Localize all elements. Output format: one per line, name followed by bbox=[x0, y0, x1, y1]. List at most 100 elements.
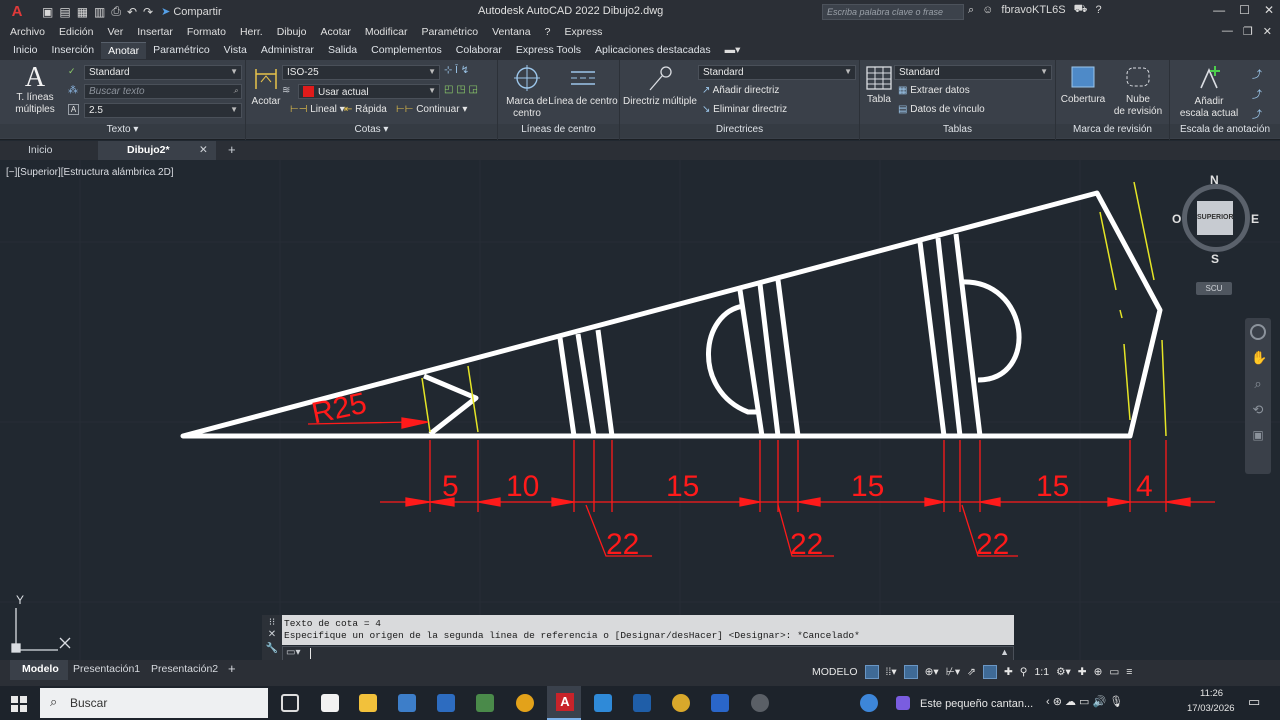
outlook-icon[interactable] bbox=[633, 694, 651, 712]
dim-tools-icons-2[interactable]: ◰ ◳ ◲ bbox=[444, 84, 478, 95]
compass-north[interactable]: N bbox=[1210, 173, 1219, 187]
menu-item[interactable]: Herr. bbox=[240, 26, 263, 38]
annotation-scale[interactable]: 1:1 bbox=[1034, 666, 1049, 678]
drawing-canvas[interactable]: R25 5 10 15 15 15 4 22 22 22 Y [−][Super… bbox=[0, 160, 1280, 660]
isodraft-icon[interactable]: ⊬▾ bbox=[946, 666, 960, 678]
scale-tool-icon[interactable]: ⤴ bbox=[1252, 66, 1262, 81]
media-icon[interactable] bbox=[896, 696, 910, 710]
print-icon[interactable]: ⎙ bbox=[111, 4, 121, 19]
dim-style-combo[interactable]: ISO-25 ▼ bbox=[282, 65, 440, 80]
dim-text[interactable]: 10 bbox=[506, 470, 539, 503]
minimize-icon[interactable]: — bbox=[1213, 3, 1225, 17]
ribbon-tab[interactable]: Paramétrico bbox=[146, 42, 217, 58]
viewport-controls-label[interactable]: [−][Superior][Estructura alámbrica 2D] bbox=[6, 167, 174, 178]
dimension-texts[interactable]: R25 5 10 15 15 15 4 22 22 22 bbox=[309, 387, 1153, 561]
zoom-icon[interactable]: ⌕ bbox=[1251, 376, 1265, 392]
scale-tool-icon[interactable]: ⤴ bbox=[1252, 86, 1262, 101]
command-recent-icon[interactable]: ▭▾ bbox=[286, 647, 300, 658]
autocad-taskbar-icon[interactable]: A bbox=[547, 686, 581, 720]
ribbon-tab[interactable]: Express Tools bbox=[509, 42, 588, 58]
ribbon-tab[interactable]: Inicio bbox=[6, 42, 45, 58]
showmotion-icon[interactable]: ▣ bbox=[1251, 428, 1265, 444]
mtext-button[interactable]: A T. líneas múltiples bbox=[6, 64, 64, 116]
layout-tab[interactable]: Presentación1 bbox=[73, 663, 140, 675]
command-expand-icon[interactable]: ▲ bbox=[1000, 647, 1009, 657]
pan-icon[interactable]: ✋ bbox=[1251, 350, 1267, 366]
command-line-handle[interactable]: ⁝⁝ ✕ 🔧 bbox=[262, 615, 282, 661]
doc-minimize-icon[interactable]: — bbox=[1222, 25, 1233, 38]
ucs-menu-button[interactable]: SCU bbox=[1196, 282, 1232, 295]
add-scale-button[interactable]: Añadir escala actual bbox=[1174, 64, 1244, 120]
command-input[interactable]: ▭▾ ▲ bbox=[282, 646, 1014, 661]
orbit-icon[interactable]: ⟲ bbox=[1251, 402, 1265, 418]
edge-icon[interactable] bbox=[594, 694, 612, 712]
mleader-style-combo[interactable]: Standard ▼ bbox=[698, 65, 856, 80]
plus-icon[interactable]: ✚ bbox=[1078, 666, 1087, 678]
extract-data-button[interactable]: ▦ Extraer datos bbox=[898, 85, 970, 96]
new-layout-icon[interactable]: + bbox=[228, 661, 236, 676]
ribbon-tab[interactable]: Inserción bbox=[45, 42, 102, 58]
search-icon[interactable]: ⌕ bbox=[968, 4, 974, 17]
viewcube-face[interactable]: SUPERIOR bbox=[1197, 201, 1234, 235]
annotation-visibility-icon[interactable]: ⚲ bbox=[1020, 666, 1028, 678]
teams-icon[interactable] bbox=[711, 694, 729, 712]
compass-west[interactable]: O bbox=[1172, 212, 1181, 226]
customize-status-icon[interactable]: ≡ bbox=[1126, 666, 1132, 678]
new-icon[interactable]: ▣ bbox=[42, 5, 53, 19]
continue-dim-button[interactable]: ⊢⊢ Continuar ▾ bbox=[396, 104, 467, 115]
menu-item[interactable]: Archivo bbox=[10, 26, 45, 38]
dim-text[interactable]: 15 bbox=[1036, 470, 1069, 503]
menu-item[interactable]: Ventana bbox=[492, 26, 531, 38]
task-view-icon[interactable] bbox=[281, 694, 299, 712]
compass-south[interactable]: S bbox=[1211, 252, 1219, 266]
doc-tab-inicio[interactable]: Inicio bbox=[28, 144, 53, 156]
panel-footer-leaders[interactable]: Directrices bbox=[620, 124, 859, 138]
space-toggle[interactable]: MODELO bbox=[812, 666, 858, 678]
ribbon-tab[interactable]: Administrar bbox=[254, 42, 321, 58]
mleader-button[interactable]: Directriz múltiple bbox=[622, 64, 698, 108]
redo-icon[interactable]: ↷ bbox=[143, 5, 153, 19]
linear-dim-button[interactable]: ⊢⊣ Lineal ▾ bbox=[290, 104, 345, 115]
undo-icon[interactable]: ↶ bbox=[127, 5, 137, 19]
layout-tab-model[interactable]: Modelo bbox=[22, 663, 59, 675]
calculator-icon[interactable] bbox=[476, 694, 494, 712]
radius-label[interactable]: R25 bbox=[309, 387, 370, 431]
steering-wheel-icon[interactable] bbox=[1250, 324, 1266, 340]
osnap-icon[interactable]: ⇗ bbox=[967, 666, 976, 678]
menu-item[interactable]: Insertar bbox=[137, 26, 173, 38]
polar-toggle-icon[interactable]: ⊕▾ bbox=[925, 666, 939, 678]
user-icon[interactable]: ☺ bbox=[982, 4, 993, 16]
menu-item[interactable]: ? bbox=[545, 26, 551, 38]
dim-text[interactable]: 15 bbox=[851, 470, 884, 503]
hardware-accel-icon[interactable]: ⊕ bbox=[1094, 666, 1103, 678]
viewcube[interactable]: SUPERIOR N S E O bbox=[1172, 173, 1259, 266]
compass-east[interactable]: E bbox=[1251, 212, 1259, 226]
help-tray-icon[interactable] bbox=[860, 694, 878, 712]
chrome-icon[interactable] bbox=[516, 694, 534, 712]
maximize-icon[interactable]: ☐ bbox=[1239, 3, 1250, 17]
saveas-icon[interactable]: ▥ bbox=[94, 5, 105, 19]
menu-item[interactable]: Acotar bbox=[320, 26, 350, 38]
taskbar-search[interactable]: ⌕ Buscar bbox=[40, 688, 268, 718]
dim-tools-icons[interactable]: ⊹ Ī ↯ bbox=[444, 65, 469, 76]
grid-toggle-icon[interactable] bbox=[864, 665, 879, 679]
add-leader-button[interactable]: ↗ Añadir directriz bbox=[702, 85, 779, 96]
doc-restore-icon[interactable]: ❐ bbox=[1243, 25, 1253, 38]
ribbon-tab[interactable]: Vista bbox=[217, 42, 254, 58]
ribbon-tab-active[interactable]: Anotar bbox=[101, 41, 147, 59]
app-logo[interactable]: A bbox=[6, 1, 28, 23]
centerline-button[interactable]: Línea de centro bbox=[548, 64, 618, 108]
doc-close-icon[interactable]: ✕ bbox=[1263, 25, 1272, 38]
clock-time[interactable]: 11:26 bbox=[1200, 688, 1223, 699]
menu-item[interactable]: Dibujo bbox=[277, 26, 307, 38]
ribbon-tab[interactable]: Complementos bbox=[364, 42, 449, 58]
close-tab-icon[interactable]: ✕ bbox=[199, 144, 208, 156]
quick-dim-button[interactable]: ⇤ Rápida bbox=[344, 104, 387, 115]
ribbon-tab[interactable]: Colaborar bbox=[449, 42, 509, 58]
panel-footer-cotas[interactable]: Cotas ▾ bbox=[246, 124, 497, 138]
selection-cycle-icon[interactable] bbox=[982, 665, 997, 679]
media-notice[interactable]: Este pequeño cantan... bbox=[920, 698, 1033, 710]
remove-leader-button[interactable]: ↘ Eliminar directriz bbox=[702, 104, 787, 115]
text-height-combo[interactable]: 2.5 ▼ bbox=[84, 103, 242, 118]
notification-icon[interactable]: ▭ bbox=[1248, 694, 1260, 710]
